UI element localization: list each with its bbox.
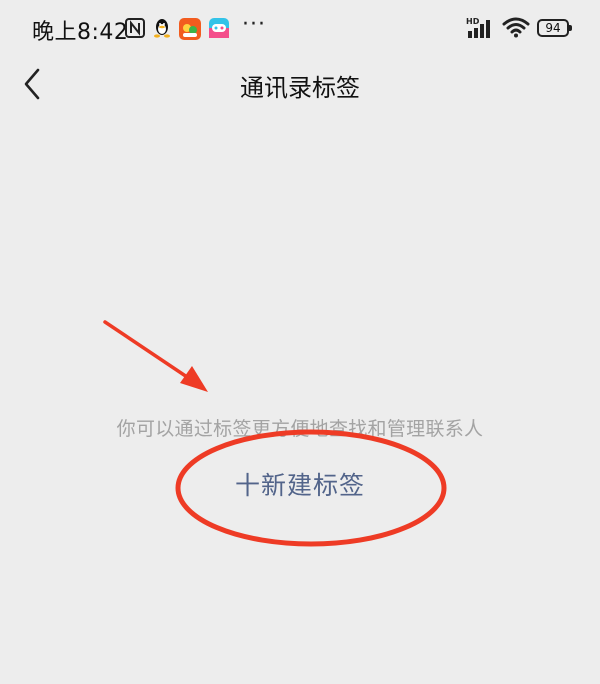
more-notifications: ··· [242, 12, 266, 37]
cellular-signal-icon: HD [466, 16, 496, 44]
nav-bar: 通讯录标签 [0, 56, 600, 112]
empty-state-hint: 你可以通过标签更方便地查找和管理联系人 [116, 418, 484, 440]
game-app-icon [208, 17, 230, 43]
new-tag-button[interactable]: 十新建标签 [200, 464, 400, 508]
status-time: 晚上8:42 [32, 20, 129, 45]
nfc-icon [124, 17, 146, 43]
annotation-arrow-shaft [103, 320, 198, 385]
battery-icon: 94 [537, 19, 572, 37]
status-bar: 晚上8:42 ··· HD 94 [0, 0, 600, 56]
wifi-icon [502, 16, 530, 42]
annotation-arrow-head [180, 366, 208, 392]
taobao-app-icon [178, 17, 202, 45]
hd-badge: HD [466, 17, 480, 26]
qq-penguin-icon [152, 17, 172, 43]
page-title: 通讯录标签 [240, 74, 360, 102]
